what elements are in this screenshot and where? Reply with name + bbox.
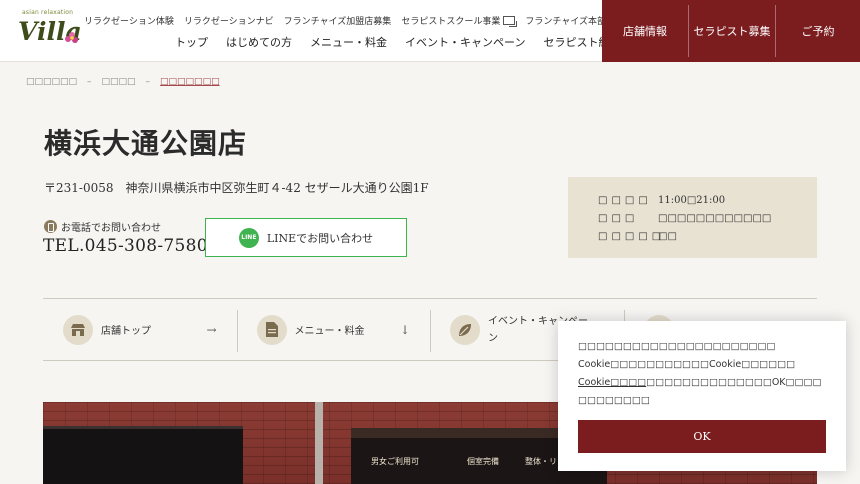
hours-row: □□□□□ □□ [598,227,817,245]
subnav-store-top[interactable]: 店舗トップ → [43,299,237,360]
breadcrumb: □□□□□□ – □□□□ – □□□□□□□ [26,77,220,87]
arrow-down-icon: ↓ [399,323,410,337]
link-relaxation-experience[interactable]: リラクゼーション体験 [84,14,174,27]
store-info-button[interactable]: 店舗情報 [602,5,688,57]
store-icon [63,314,93,345]
villa-logo[interactable]: asian relaxation Villa [14,6,82,54]
hours-value: □□□□□□□□□□□□ [658,212,772,224]
hours-label: □□□ [598,212,639,224]
storefront-entrance [43,426,243,484]
phone-number[interactable]: TEL.045-308-7580 [43,236,208,256]
breadcrumb-current[interactable]: □□□□□□□ [160,77,220,87]
site-header: asian relaxation Villa リラクゼーション体験 リラクゼーシ… [0,0,860,62]
breadcrumb-separator: – [145,77,151,87]
phone-label: お電話でお問い合わせ [44,219,161,234]
cookie-ok-button[interactable]: OK [578,420,826,453]
hours-value: 11:00□21:00 [658,194,726,206]
subnav-label: 店舗トップ [101,326,151,337]
hours-label: □□□□ [598,194,652,206]
external-link-icon [503,16,518,27]
line-button-label: LINEでお問い合わせ [266,231,374,245]
main-nav: トップ はじめての方 メニュー・料金 イベント・キャンペーン セラピスト紹介 [175,34,620,50]
document-icon [256,314,287,345]
business-hours-box: □□□□ 11:00□21:00 □□□ □□□□□□□□□□□□ □□□□□ … [568,177,817,258]
page-title: 横浜大通公園店 [44,127,248,160]
hours-row: □□□□ 11:00□21:00 [598,191,817,209]
pillar [315,402,323,484]
link-therapist-school[interactable]: セラピストスクール事業 [401,14,518,27]
arrow-right-icon: → [206,323,217,337]
cookie-consent-banner: □□□□□□□□□□□□□□□□□□□□□□ Cookie□□□□□□□□□□□… [558,321,846,471]
nav-events[interactable]: イベント・キャンペーン [405,34,525,50]
phone-icon [44,220,57,233]
header-cta-group: 店舗情報 セラピスト募集 ご予約 [602,0,860,62]
nav-first-time[interactable]: はじめての方 [226,34,292,50]
link-relaxation-navi[interactable]: リラクゼーションナビ [184,14,274,27]
nav-menu-price[interactable]: メニュー・料金 [310,34,387,50]
line-contact-button[interactable]: LINE LINEでお問い合わせ [205,218,407,257]
breadcrumb-home[interactable]: □□□□□□ [26,77,77,87]
subnav-label: メニュー・料金 [294,326,365,337]
flower-icon [65,32,78,43]
store-address: 〒231-0058 神奈川県横浜市中区弥生町４-42 セザール大通り公園1F [44,181,429,195]
leaf-icon [450,314,480,345]
hours-label: □□□□□ [598,230,666,242]
breadcrumb-stores[interactable]: □□□□ [102,77,136,87]
link-franchise-recruit[interactable]: フランチャイズ加盟店募集 [284,14,392,27]
hours-row: □□□ □□□□□□□□□□□□ [598,209,817,227]
utility-nav: リラクゼーション体験 リラクゼーションナビ フランチャイズ加盟店募集 セラピスト… [84,14,641,27]
phone-label-text: お電話でお問い合わせ [61,223,161,234]
nav-top[interactable]: トップ [175,34,208,50]
reservation-button[interactable]: ご予約 [775,5,860,57]
line-icon: LINE [238,227,259,248]
subnav-menu-price[interactable]: メニュー・料金 ↓ [236,299,431,360]
therapist-recruit-button[interactable]: セラピスト募集 [688,5,775,57]
hours-value: □□ [658,230,677,242]
breadcrumb-separator: – [87,77,92,87]
sign-text: 個室完備 [467,457,499,466]
cookie-message: □□□□□□□□□□□□□□□□□□□□□□ Cookie□□□□□□□□□□□… [578,341,822,406]
logo-tagline: asian relaxation [22,9,74,16]
cookie-policy-link[interactable]: Cookie□□□□ [578,377,646,388]
sign-text: 男女ご利用可 [371,457,419,466]
